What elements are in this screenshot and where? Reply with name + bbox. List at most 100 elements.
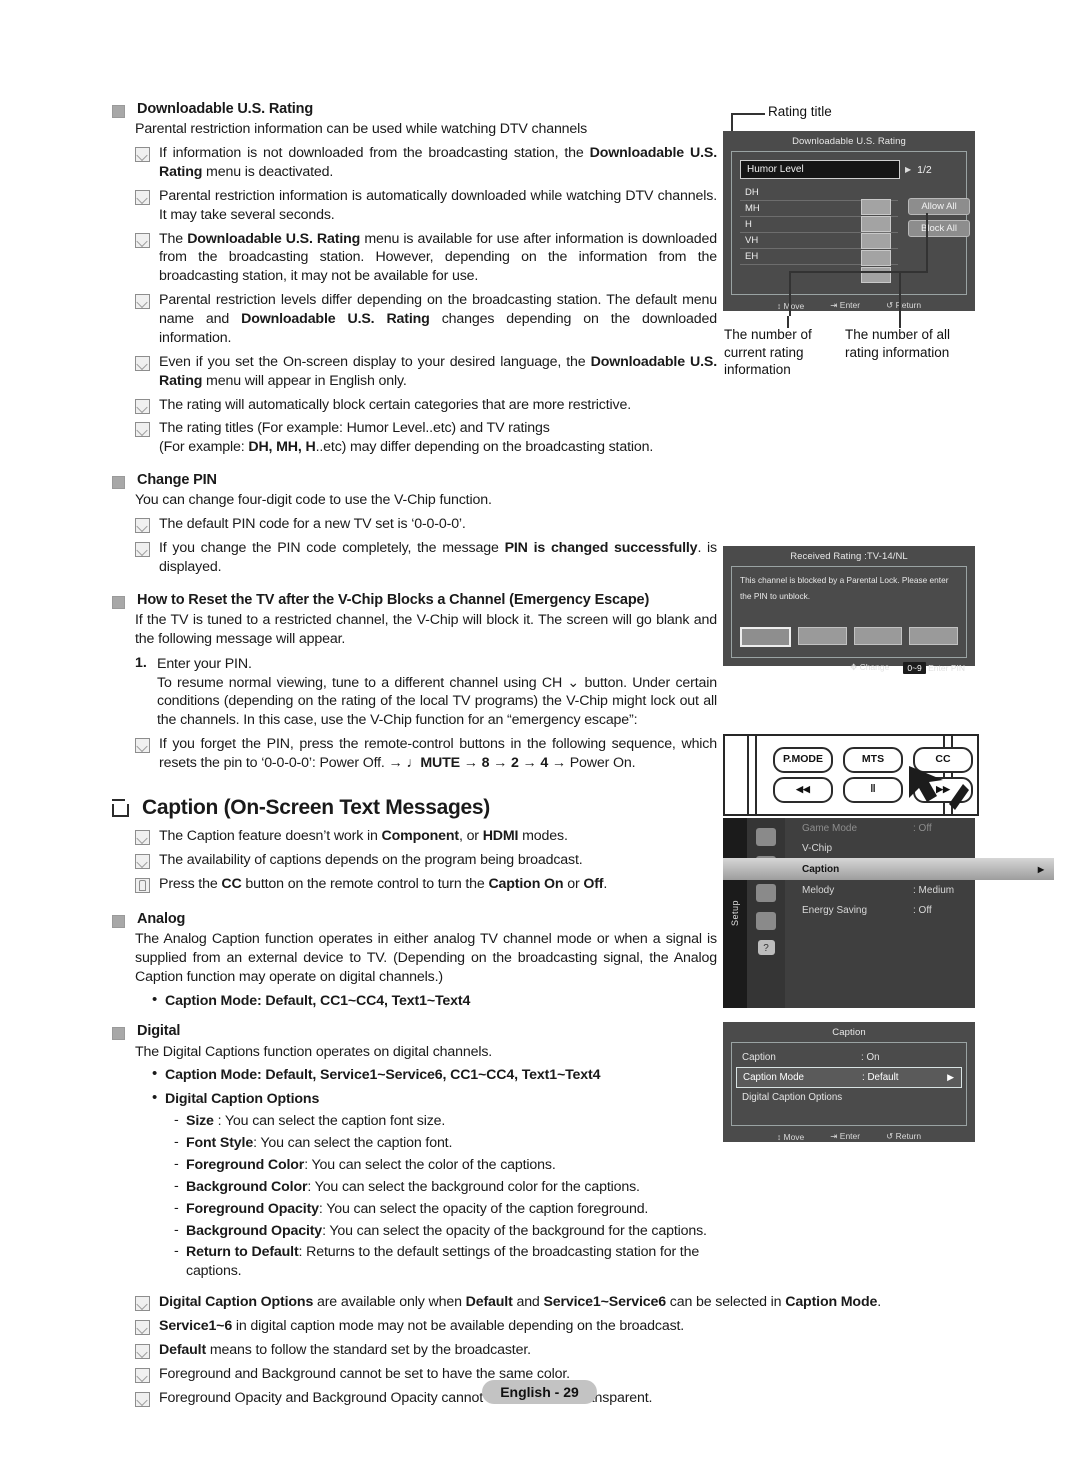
menu-item-label: Energy Saving xyxy=(802,904,868,916)
pin-digit-box[interactable] xyxy=(909,626,958,645)
note-text: The default PIN code for a new TV set is… xyxy=(159,516,466,533)
sub-option-text: Foreground Opacity: You can select the o… xyxy=(186,1200,649,1217)
section-bullet-square-icon xyxy=(112,105,125,118)
rating-checkbox[interactable] xyxy=(861,216,891,232)
section-downloadable-rating: Downloadable U.S. Rating xyxy=(112,100,717,118)
input-icon[interactable] xyxy=(756,912,776,930)
pmode-button[interactable]: P.MODE xyxy=(773,747,833,773)
return-hint: ↺ Return xyxy=(886,300,922,310)
menu-item-caption[interactable]: Caption ▶ xyxy=(723,858,1054,880)
sub-option-text: Font Style: You can select the caption f… xyxy=(186,1135,453,1151)
sub-option: - Foreground Opacity: You can select the … xyxy=(174,1200,717,1219)
setup-menu-items: Game Mode : Off V-Chip Caption ▶ Melody … xyxy=(723,818,1054,920)
sub-option: - Foreground Color: You can select the co… xyxy=(174,1156,717,1175)
menu-item-value: : Medium xyxy=(913,884,955,896)
osd-body: This channel is blocked by a Parental Lo… xyxy=(731,566,967,658)
row-value: : On xyxy=(861,1052,880,1063)
rating-checkbox[interactable] xyxy=(861,250,891,266)
mts-button[interactable]: MTS xyxy=(843,747,903,773)
blocked-message: This channel is blocked by a Parental Lo… xyxy=(740,575,949,601)
row-label: Caption Mode xyxy=(743,1072,804,1083)
callout-leader-horizontal xyxy=(789,271,928,273)
section-change-pin: Change PIN xyxy=(112,471,717,490)
pin-digit-box[interactable] xyxy=(740,626,791,647)
note-item: Parental restriction information is auto… xyxy=(135,187,717,225)
rewind-button[interactable]: ◀◀ xyxy=(773,777,833,803)
menu-item-value: : Off xyxy=(913,822,932,834)
section-title: Change PIN xyxy=(137,472,217,489)
note-icon xyxy=(135,1367,150,1383)
osd-setup-menu-panel: Setup ? Game Mode : Off V-Chip Caption ▶ xyxy=(723,818,1054,1008)
bullet-dot-icon: • xyxy=(152,1065,158,1083)
sound-icon[interactable] xyxy=(756,884,776,902)
rating-checkbox[interactable] xyxy=(861,267,891,283)
dash-marker: - xyxy=(174,1112,179,1129)
note-text: Digital Caption Options are available on… xyxy=(159,1294,882,1311)
rating-page-count: 1/2 xyxy=(917,163,932,176)
section-bullet-open-square-icon xyxy=(112,798,129,817)
caption-row-caption-mode[interactable]: Caption Mode : Default ▶ xyxy=(736,1067,962,1088)
move-hint: ↕ Move xyxy=(776,1131,805,1142)
section-caption: Caption (On-Screen Text Messages) xyxy=(112,795,717,821)
setup-sidebar-label: Setup xyxy=(730,899,740,927)
caption-row-caption[interactable]: Caption : On xyxy=(736,1048,962,1067)
sub-option: - Size : You can select the caption font … xyxy=(174,1112,717,1131)
osd-caption-menu-panel: Caption Caption : On Caption Mode : Defa… xyxy=(723,1022,975,1142)
dash-marker: - xyxy=(174,1134,179,1150)
note-item: The Caption feature doesn’t work in Comp… xyxy=(135,827,717,846)
picture-icon[interactable] xyxy=(756,828,776,846)
rating-title-field[interactable]: Humor Level xyxy=(740,160,900,179)
bullet-text: Digital Caption Options xyxy=(165,1091,320,1108)
enter-hint: ⇥ Enter xyxy=(830,300,861,310)
note-icon xyxy=(135,1343,150,1359)
bullet-item: • Caption Mode: Default, CC1~CC4, Text1~… xyxy=(152,991,717,1011)
rating-checkbox[interactable] xyxy=(861,233,891,249)
pin-digit-box[interactable] xyxy=(853,626,903,645)
main-text-column: Downloadable U.S. Rating Parental restri… xyxy=(112,100,881,1408)
note-icon xyxy=(135,232,150,248)
note-text: The availability of captions depends on … xyxy=(159,852,583,868)
callout-current-rating: The number of current rating information xyxy=(724,327,812,378)
menu-item-energy-saving[interactable]: Energy Saving : Off xyxy=(793,900,975,920)
section-bullet-square-icon xyxy=(112,914,125,928)
pin-entry-row xyxy=(740,626,958,647)
section-digital: Digital xyxy=(112,1022,717,1041)
note-item: The default PIN code for a new TV set is… xyxy=(135,515,717,534)
manual-page: Downloadable U.S. Rating Parental restri… xyxy=(0,0,1080,1482)
bullet-text: Caption Mode: Default, CC1~CC4, Text1~Te… xyxy=(165,992,471,1009)
hand-note-icon xyxy=(135,877,150,893)
menu-item-label: Caption xyxy=(802,863,840,875)
note-icon xyxy=(135,830,150,846)
pin-digit-box[interactable] xyxy=(797,626,847,645)
caption-row-digital-options[interactable]: Digital Caption Options xyxy=(736,1088,962,1107)
note-text: The rating will automatically block cert… xyxy=(159,396,631,413)
osd-footer: ↕ Move ⇥ Enter ↺ Return xyxy=(723,1126,975,1147)
note-item: If you change the PIN code completely, t… xyxy=(135,539,717,577)
note-text: Parental restriction information is auto… xyxy=(159,187,717,223)
section-title: Analog xyxy=(137,910,186,927)
note-text: Default means to follow the standard set… xyxy=(159,1341,531,1358)
osd-downloadable-rating-panel: Downloadable U.S. Rating Humor Level ▶ 1… xyxy=(723,131,975,311)
block-all-button[interactable]: Block All xyxy=(908,220,970,237)
note-icon xyxy=(135,854,150,869)
menu-item-game-mode[interactable]: Game Mode : Off xyxy=(793,818,975,838)
sub-option: - Font Style: You can select the caption … xyxy=(174,1134,717,1153)
rating-checkbox[interactable] xyxy=(861,199,891,215)
help-icon[interactable]: ? xyxy=(757,940,775,955)
pause-button[interactable]: ‖ xyxy=(843,777,903,803)
note-icon xyxy=(135,1391,150,1407)
osd-title: Caption xyxy=(832,1027,866,1038)
note-item: If you forget the PIN, press the remote-… xyxy=(135,735,717,773)
bullet-text: Caption Mode: Default, Service1~Service6… xyxy=(165,1067,601,1084)
sub-option-text: Foreground Color: You can select the col… xyxy=(186,1156,556,1173)
menu-item-v-chip[interactable]: V-Chip xyxy=(793,838,975,858)
allow-all-button[interactable]: Allow All xyxy=(908,198,970,215)
note-text: If you change the PIN code completely, t… xyxy=(159,540,717,575)
note-icon xyxy=(135,398,150,414)
rating-action-buttons: Allow All Block All xyxy=(908,198,970,242)
bullet-item: • Caption Mode: Default, Service1~Servic… xyxy=(152,1066,717,1085)
section-emergency-escape: How to Reset the TV after the V-Chip Blo… xyxy=(112,591,717,609)
menu-item-melody[interactable]: Melody : Medium xyxy=(793,880,975,900)
menu-item-value: : Off xyxy=(913,904,932,916)
remote-rail-left-2 xyxy=(755,736,757,814)
